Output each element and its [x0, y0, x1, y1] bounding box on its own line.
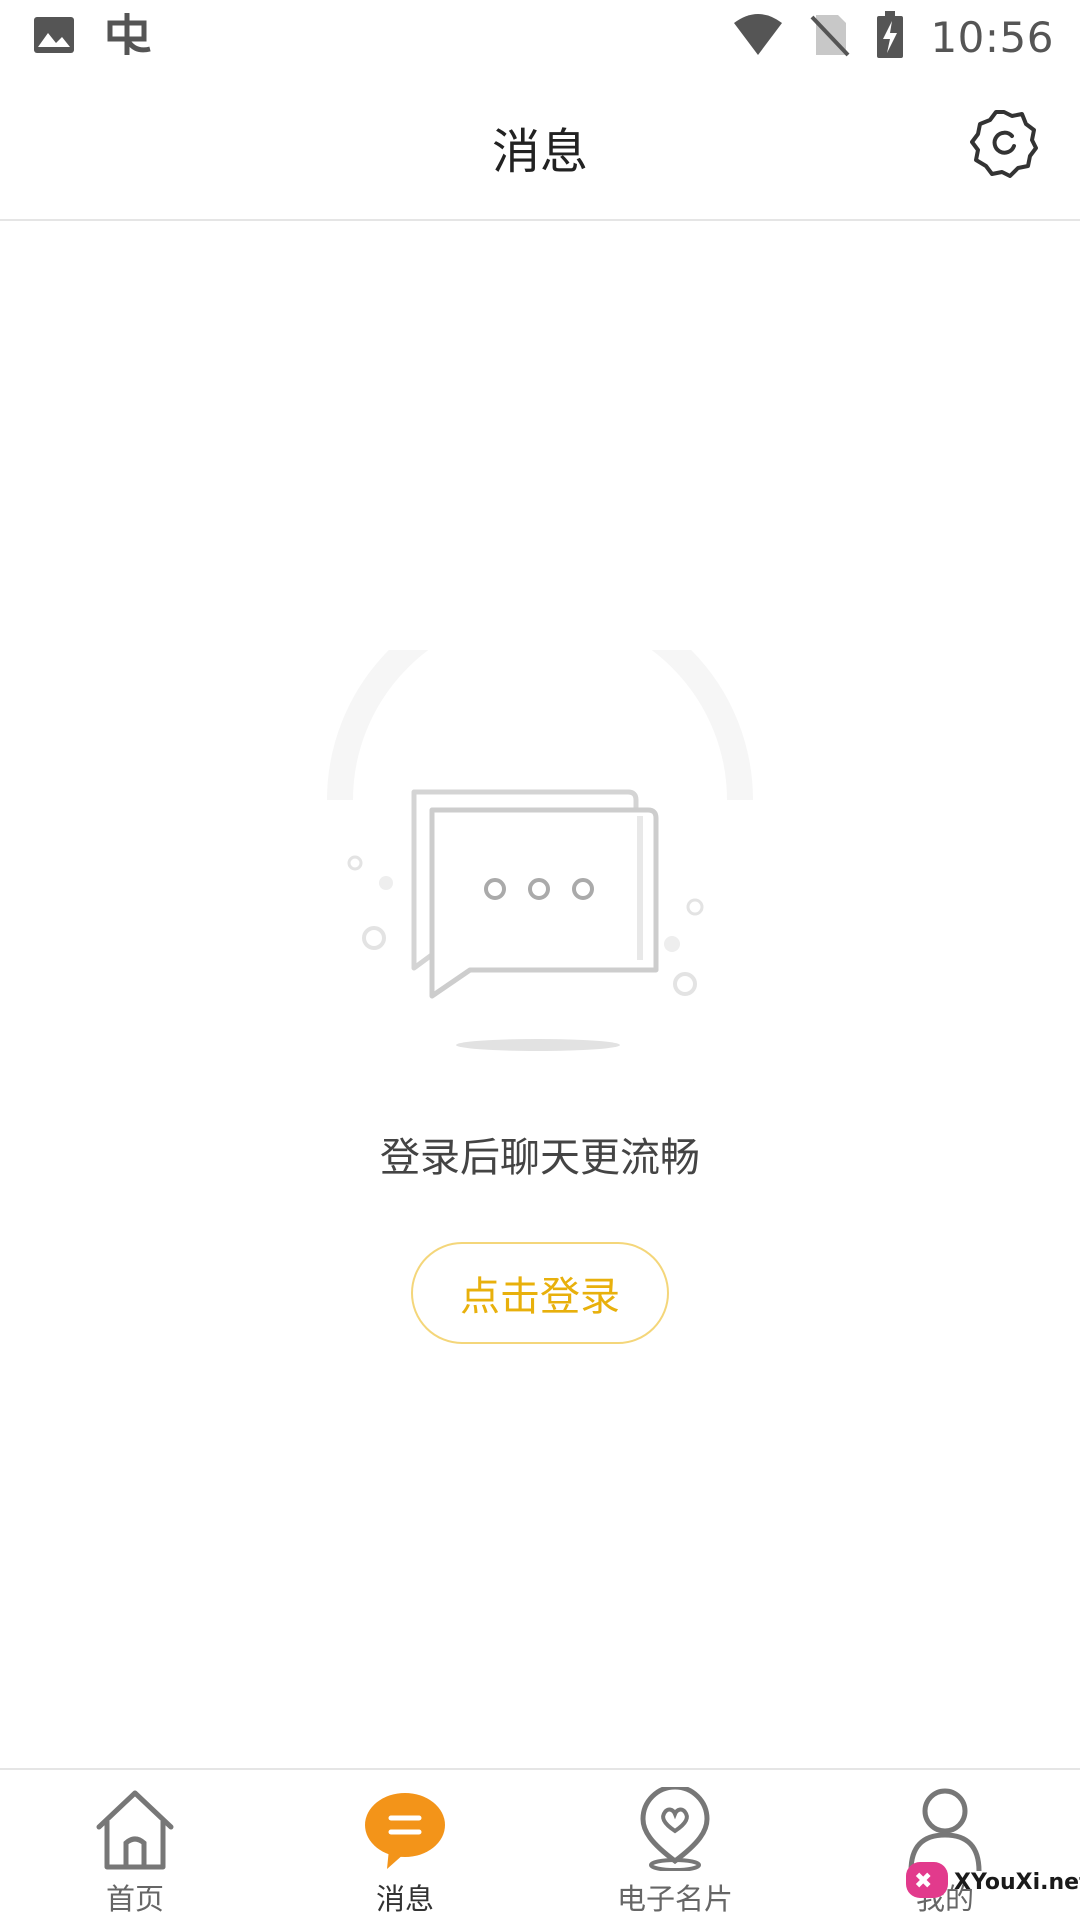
battery-charging-icon [876, 11, 904, 63]
nav-label-messages: 消息 [375, 1882, 434, 1916]
empty-state-message: 登录后聊天更流畅 [380, 1135, 700, 1181]
screen: 10:56 消息 登录后聊天更流畅 点击登录 首页 消息 电子名片 我的 ✖ X… [0, 0, 1080, 1920]
wifi-icon [732, 13, 784, 61]
gallery-icon [32, 15, 76, 59]
status-time: 10:56 [930, 12, 1054, 62]
svg-text:✖: ✖ [914, 1869, 932, 1894]
watermark: ✖ XYouXi.net [904, 1852, 1080, 1912]
nav-label-card: 电子名片 [616, 1882, 733, 1916]
login-button[interactable]: 点击登录 [411, 1242, 669, 1344]
status-right: 10:56 [706, 11, 1054, 63]
no-sim-icon [810, 13, 850, 61]
status-bar: 10:56 [0, 0, 1080, 74]
empty-state-illustration [310, 587, 770, 1060]
page-title: 消息 [491, 123, 588, 180]
chat-bubble-icon [327, 587, 753, 1051]
nav-item-card[interactable]: 电子名片 [540, 1770, 810, 1920]
card-location-icon [632, 1786, 718, 1872]
status-left [32, 9, 184, 65]
settings-button[interactable] [966, 108, 1042, 184]
app-header: 消息 [0, 74, 1080, 221]
nav-label-home: 首页 [105, 1882, 164, 1916]
watermark-logo-icon: ✖ [904, 1858, 950, 1906]
app-notification-icon [104, 9, 156, 65]
gear-icon [966, 106, 1042, 186]
message-icon [362, 1786, 448, 1872]
nav-item-home[interactable]: 首页 [0, 1770, 270, 1920]
watermark-text: XYouXi.net [954, 1869, 1080, 1895]
nav-item-messages[interactable]: 消息 [270, 1770, 540, 1920]
home-icon [92, 1786, 178, 1872]
